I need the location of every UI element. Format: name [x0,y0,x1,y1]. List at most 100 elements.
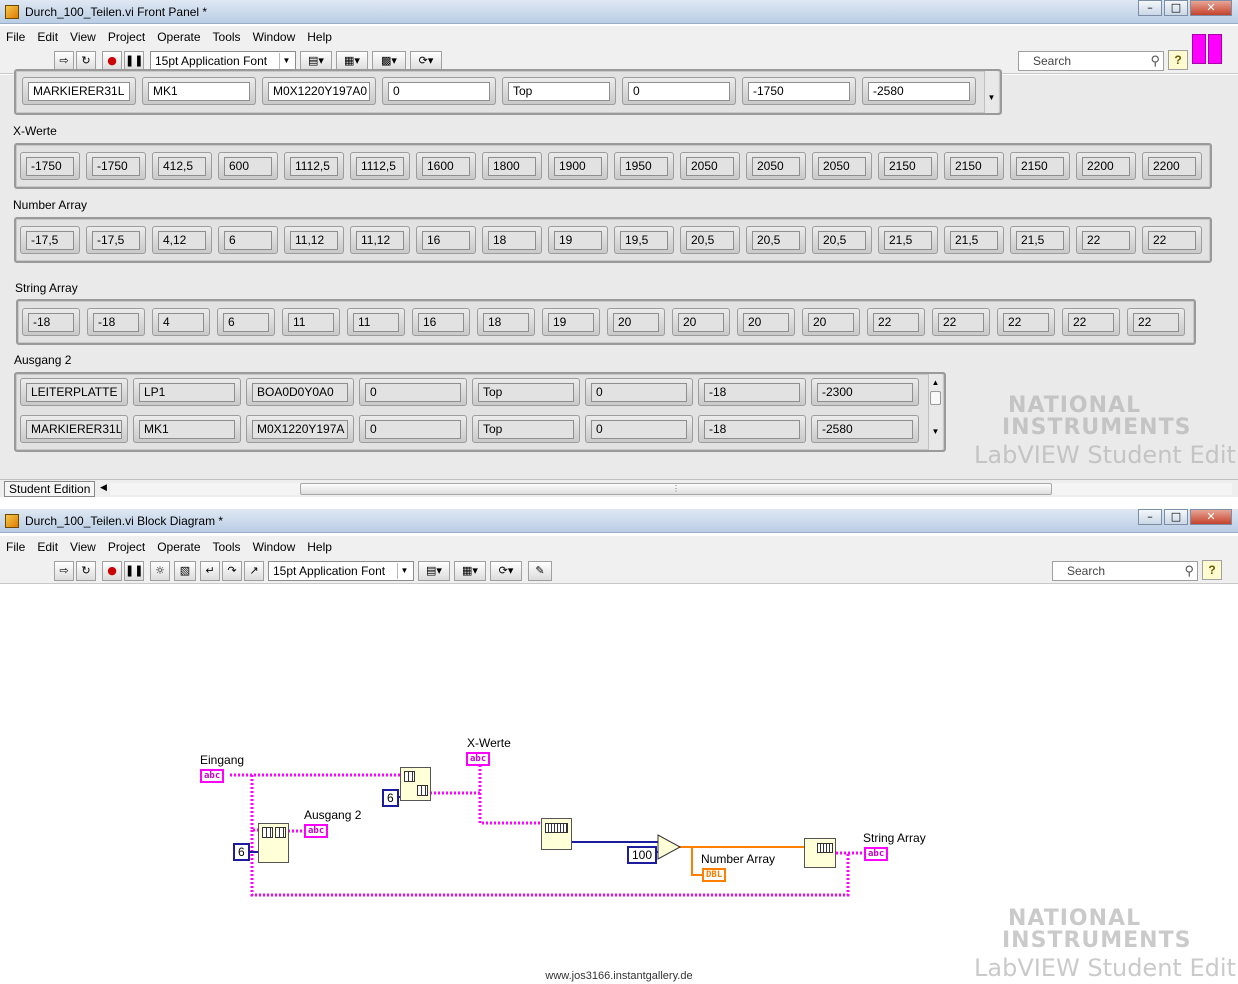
reorder-icon[interactable]: ⟳▾ [490,561,522,581]
string-array-element[interactable]: 11 [347,308,405,336]
menu-window[interactable]: Window [253,540,296,554]
string-array-element[interactable]: 16 [412,308,470,336]
menu-edit[interactable]: Edit [37,540,58,554]
ausgang2-field-element[interactable]: BOA0D0Y0A0 [246,378,354,406]
top-cluster-field-element[interactable]: MK1 [142,77,256,105]
number-array-element[interactable]: 21,5 [944,226,1004,254]
string-wire[interactable] [250,775,258,832]
run-continuously-icon[interactable]: ↻ [76,51,96,71]
x-werte-element[interactable]: 2150 [944,152,1004,180]
x-werte-element[interactable]: 1112,5 [284,152,344,180]
ausgang2-field-element[interactable]: M0X1220Y197A [246,415,354,443]
search-icon[interactable]: ⚲ [1150,52,1160,70]
top-cluster-field-element[interactable]: Top [502,77,616,105]
x-werte-element[interactable]: 2050 [812,152,872,180]
maximize-button[interactable]: □ [1164,0,1188,16]
font-selector[interactable]: 15pt Application Font ▼ [150,51,296,71]
x-werte-element[interactable]: 1600 [416,152,476,180]
search-input[interactable]: Search ⚲ [1052,561,1198,581]
ausgang2-field-element[interactable]: LEITERPLATTE [20,378,128,406]
x-werte-element[interactable]: 2150 [1010,152,1070,180]
menu-edit[interactable]: Edit [37,30,58,44]
menu-operate[interactable]: Operate [157,540,200,554]
index-array-function[interactable] [400,767,431,801]
x-werte-element[interactable]: 1900 [548,152,608,180]
number-array-element[interactable]: 6 [218,226,278,254]
run-arrow-icon[interactable]: ⇨ [54,51,74,71]
top-cluster-field-value[interactable]: MARKIERER31L [28,82,130,101]
number-array-element[interactable]: -17,5 [86,226,146,254]
constant-6-delete-column[interactable]: 6 [233,843,250,861]
ausgang2-field-element[interactable]: 0 [585,415,693,443]
reorder-icon[interactable]: ⟳▾ [410,51,442,71]
string-array-element[interactable]: 11 [282,308,340,336]
string-array-element[interactable]: 22 [932,308,990,336]
top-cluster-field-element[interactable]: M0X1220Y197A0 [262,77,376,105]
align-objects-icon[interactable]: ▤▾ [418,561,450,581]
menu-file[interactable]: File [6,540,25,554]
top-cluster-field-value[interactable]: MK1 [148,82,250,101]
abort-icon[interactable]: ● [102,561,122,581]
ausgang2-field-element[interactable]: Top [472,415,580,443]
ausgang2-field-element[interactable]: 0 [359,415,467,443]
number-array-element[interactable]: 16 [416,226,476,254]
x-werte-element[interactable]: 1950 [614,152,674,180]
divide-function[interactable] [657,834,682,860]
context-help-icon[interactable]: ? [1168,50,1188,70]
x-werte-element[interactable]: 2200 [1076,152,1136,180]
string-wire[interactable] [478,793,542,825]
number-array-element[interactable]: -17,5 [20,226,80,254]
ausgang2-field-element[interactable]: -2580 [811,415,919,443]
number-array-terminal[interactable]: DBL [702,868,727,882]
horizontal-scroll-thumb[interactable]: ⋮ [300,483,1052,495]
scroll-down-icon[interactable]: ▼ [985,93,998,102]
resize-objects-icon[interactable]: ▩▾ [372,51,406,71]
number-array-element[interactable]: 11,12 [284,226,344,254]
string-array-element[interactable]: 6 [217,308,275,336]
scroll-up-icon[interactable]: ▲ [929,378,942,387]
string-array-element[interactable]: 4 [152,308,210,336]
abort-icon[interactable]: ● [102,51,122,71]
x-werte-element[interactable]: 412,5 [152,152,212,180]
top-cluster-field-element[interactable]: MARKIERER31L [22,77,136,105]
search-icon[interactable]: ⚲ [1184,562,1194,580]
ausgang2-field-element[interactable]: MK1 [133,415,241,443]
ausgang2-field-element[interactable]: -18 [698,415,806,443]
scroll-thumb[interactable] [930,391,941,405]
top-cluster-field-value[interactable]: -2580 [868,82,970,101]
close-button[interactable]: ✕ [1190,0,1232,16]
number-array-element[interactable]: 21,5 [878,226,938,254]
number-array-element[interactable]: 20,5 [812,226,872,254]
x-werte-element[interactable]: 2150 [878,152,938,180]
number-array-element[interactable]: 20,5 [680,226,740,254]
eingang-terminal[interactable]: abc [200,769,225,783]
scroll-left-icon[interactable]: ◀ [100,482,107,493]
string-array-element[interactable]: 19 [542,308,600,336]
align-objects-icon[interactable]: ▤▾ [300,51,332,71]
menu-file[interactable]: File [6,30,25,44]
number-array-element[interactable]: 21,5 [1010,226,1070,254]
maximize-button[interactable]: □ [1164,509,1188,525]
top-cluster-field-element[interactable]: -2580 [862,77,976,105]
step-out-icon[interactable]: ↗ [244,561,264,581]
menu-project[interactable]: Project [108,30,145,44]
front-panel-titlebar[interactable]: Durch_100_Teilen.vi Front Panel * – □ ✕ [0,0,1238,24]
minimize-button[interactable]: – [1138,0,1162,16]
number-array-element[interactable]: 19 [548,226,608,254]
top-cluster-field-element[interactable]: 0 [622,77,736,105]
font-selector[interactable]: 15pt Application Font ▼ [268,561,414,581]
constant-6-index-column[interactable]: 6 [382,789,399,807]
top-cluster-field-value[interactable]: M0X1220Y197A0 [268,82,370,101]
ausgang2-field-element[interactable]: -18 [698,378,806,406]
menu-project[interactable]: Project [108,540,145,554]
run-arrow-icon[interactable]: ⇨ [54,561,74,581]
vertical-scrollbar[interactable]: ▼ [984,71,998,113]
string-array-element[interactable]: 22 [1127,308,1185,336]
distribute-objects-icon[interactable]: ▦▾ [454,561,486,581]
number-array-element[interactable]: 20,5 [746,226,806,254]
x-werte-element[interactable]: 2200 [1142,152,1202,180]
string-array-element[interactable]: 18 [477,308,535,336]
menu-view[interactable]: View [70,30,96,44]
step-into-icon[interactable]: ↵ [200,561,220,581]
ausgang2-field-element[interactable]: MARKIERER31L [20,415,128,443]
